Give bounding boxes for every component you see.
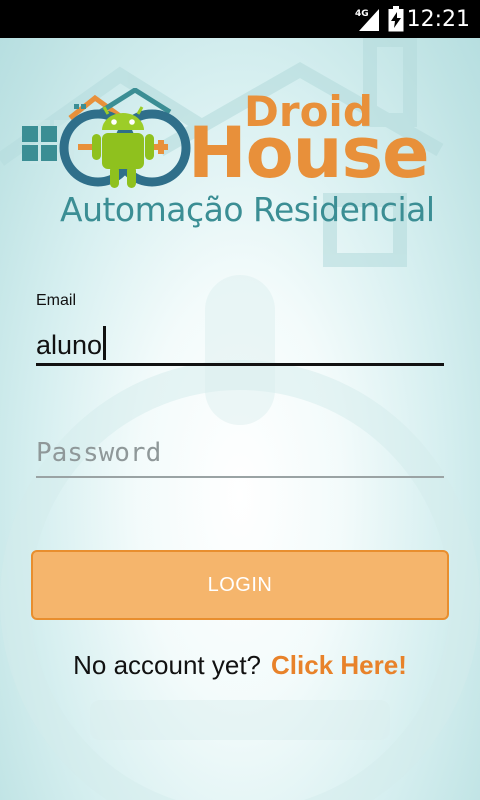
password-placeholder: Password: [36, 438, 162, 468]
logo-title-house: House: [188, 112, 430, 194]
status-bar: 4G 12:21: [0, 0, 480, 38]
email-label: Email: [36, 292, 77, 309]
text-cursor: [103, 326, 107, 360]
email-value: aluno: [36, 330, 103, 360]
logo-subtitle: Automação Residencial: [60, 190, 435, 229]
login-button[interactable]: LOGIN: [31, 550, 449, 620]
signup-prompt: No account yet?: [73, 650, 262, 680]
network-type-label: 4G: [355, 9, 369, 19]
email-value-wrap: aluno: [36, 326, 107, 361]
signup-row: No account yet? Click Here!: [0, 650, 480, 681]
signal-icon: 4G: [355, 9, 379, 31]
battery-charging-icon: [388, 6, 404, 32]
logo-emblem: [22, 88, 191, 188]
signup-link[interactable]: Click Here!: [271, 650, 407, 680]
password-field[interactable]: Password: [36, 430, 444, 478]
status-time: 12:21: [406, 7, 470, 32]
email-field[interactable]: aluno: [36, 320, 444, 366]
